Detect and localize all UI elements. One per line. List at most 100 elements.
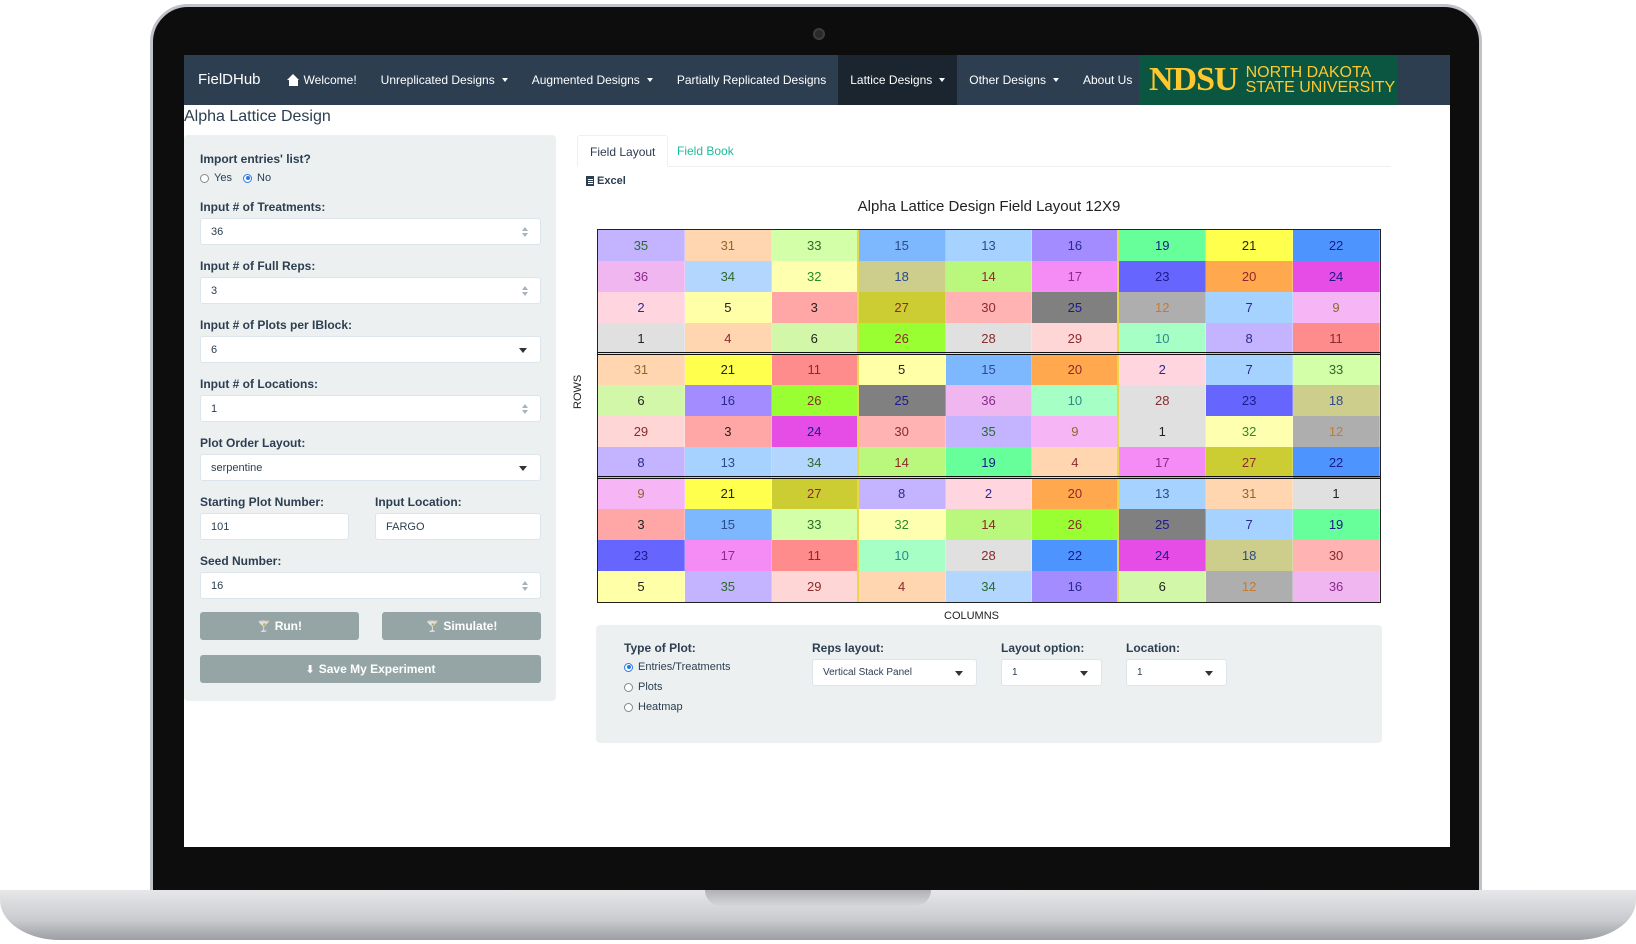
starting-plot-label: Starting Plot Number: xyxy=(200,495,325,509)
save-experiment-button[interactable]: ⬇ Save My Experiment xyxy=(200,655,541,683)
import-no-option[interactable]: No xyxy=(243,172,271,184)
spinner-icon[interactable] xyxy=(522,286,530,296)
plot-cell: 5 xyxy=(858,354,946,385)
radio-selected-icon xyxy=(624,662,633,672)
type-of-plot-label: Type of Plot: xyxy=(624,641,696,655)
plot-cell: 12 xyxy=(1206,571,1294,602)
full-reps-input[interactable]: 3 xyxy=(200,277,541,304)
plot-cell: 17 xyxy=(1032,261,1120,292)
plot-cell: 13 xyxy=(945,230,1033,261)
plot-cell: 3 xyxy=(598,509,685,540)
tab-field-book[interactable]: Field Book xyxy=(665,135,746,167)
plot-cell: 1 xyxy=(1119,416,1207,447)
plot-cell: 4 xyxy=(684,323,772,354)
seed-label: Seed Number: xyxy=(200,554,282,568)
plot-cell: 6 xyxy=(598,385,685,416)
nav-other-designs[interactable]: Other Designs xyxy=(957,55,1071,105)
plot-cell: 13 xyxy=(1119,478,1207,509)
field-layout-grid: 35 31 33 15 13 16 19 21 22 36 34 32 18 14 17 23 20 24 2 5 3 2… xyxy=(597,229,1381,603)
x-axis-label: COLUMNS xyxy=(944,610,1000,622)
reps-layout-select[interactable]: Vertical Stack Panel xyxy=(812,659,977,686)
plot-cell: 28 xyxy=(945,323,1033,354)
layout-option-select[interactable]: 1 xyxy=(1001,659,1102,686)
plot-cell: 24 xyxy=(771,416,859,447)
treatments-input[interactable]: 36 xyxy=(200,218,541,245)
nav-about-us[interactable]: About Us xyxy=(1071,55,1144,105)
spinner-icon[interactable] xyxy=(522,227,530,237)
chevron-down-icon xyxy=(1205,671,1213,676)
type-entries-option[interactable]: Entries/Treatments xyxy=(624,661,731,673)
plot-cell: 32 xyxy=(1206,416,1294,447)
plot-cell: 22 xyxy=(1293,230,1380,261)
caret-down-icon xyxy=(939,78,946,82)
treatments-value: 36 xyxy=(211,225,224,238)
plot-cell: 28 xyxy=(1119,385,1207,416)
plot-cell: 18 xyxy=(858,261,946,292)
plot-cell: 16 xyxy=(684,385,772,416)
reps-layout-label: Reps layout: xyxy=(812,641,885,655)
plots-per-iblock-select[interactable]: 6 xyxy=(200,336,541,363)
ndsu-logo-line1: North Dakota xyxy=(1245,64,1372,81)
plot-cell: 5 xyxy=(684,292,772,323)
plot-cell: 25 xyxy=(1119,509,1207,540)
download-icon: ⬇ xyxy=(305,663,315,676)
radio-selected-icon xyxy=(243,173,252,183)
plot-cell: 28 xyxy=(945,540,1033,571)
plot-cell: 23 xyxy=(598,540,685,571)
simulate-button[interactable]: 🍸 Simulate! xyxy=(382,612,541,640)
plot-cell: 36 xyxy=(598,261,685,292)
plot-order-select[interactable]: serpentine xyxy=(200,454,541,481)
tab-field-layout[interactable]: Field Layout xyxy=(577,135,669,167)
nav-lattice-designs[interactable]: Lattice Designs xyxy=(838,55,958,105)
location-select[interactable]: 1 xyxy=(1126,659,1227,686)
input-location-input[interactable]: FARGO xyxy=(375,513,541,540)
plot-cell: 36 xyxy=(945,385,1033,416)
plot-cell: 6 xyxy=(1119,571,1207,602)
nav-welcome[interactable]: Welcome! xyxy=(275,55,369,105)
plot-cell: 29 xyxy=(771,571,859,602)
plot-cell: 21 xyxy=(1206,230,1294,261)
plot-cell: 34 xyxy=(771,447,859,478)
spinner-icon[interactable] xyxy=(522,404,530,414)
input-location-label: Input Location: xyxy=(375,495,462,509)
plot-cell: 1 xyxy=(1293,478,1380,509)
seed-input[interactable]: 16 xyxy=(200,572,541,599)
plot-cell: 6 xyxy=(771,323,859,354)
nav-augmented-designs[interactable]: Augmented Designs xyxy=(520,55,665,105)
plot-cell: 34 xyxy=(684,261,772,292)
page-title: Alpha Lattice Design xyxy=(184,108,331,125)
layout-option-label: Layout option: xyxy=(1001,641,1085,655)
plots-per-iblock-label: Input # of Plots per IBlock: xyxy=(200,318,353,332)
plot-cell: 36 xyxy=(1293,571,1380,602)
type-entries-label: Entries/Treatments xyxy=(638,661,731,673)
starting-plot-input[interactable]: 101 xyxy=(200,513,349,540)
plot-cell: 22 xyxy=(1032,540,1120,571)
type-heatmap-option[interactable]: Heatmap xyxy=(624,701,683,713)
plot-cell: 11 xyxy=(1293,323,1380,354)
plot-cell: 23 xyxy=(1206,385,1294,416)
run-button[interactable]: 🍸 Run! xyxy=(200,612,359,640)
locations-input[interactable]: 1 xyxy=(200,395,541,422)
type-plots-option[interactable]: Plots xyxy=(624,681,662,693)
plot-cell: 19 xyxy=(945,447,1033,478)
plot-cell: 16 xyxy=(1032,571,1120,602)
plot-cell: 15 xyxy=(684,509,772,540)
plot-cell: 8 xyxy=(1206,323,1294,354)
plot-cell: 2 xyxy=(945,478,1033,509)
plot-cell: 31 xyxy=(598,354,685,385)
plot-cell: 18 xyxy=(1293,385,1380,416)
spinner-icon[interactable] xyxy=(522,581,530,591)
plot-cell: 35 xyxy=(945,416,1033,447)
brand-link[interactable]: FielDHub xyxy=(184,55,275,105)
nav-unreplicated-designs[interactable]: Unreplicated Designs xyxy=(369,55,520,105)
plot-cell: 5 xyxy=(598,571,685,602)
cocktail-icon: 🍸 xyxy=(425,620,440,633)
plot-cell: 9 xyxy=(1032,416,1120,447)
plot-cell: 31 xyxy=(1206,478,1294,509)
locations-label: Input # of Locations: xyxy=(200,377,318,391)
excel-download-link[interactable]: Excel xyxy=(586,175,626,187)
import-yes-option[interactable]: Yes xyxy=(200,172,232,184)
save-experiment-label: Save My Experiment xyxy=(318,662,436,676)
nav-partially-replicated[interactable]: Partially Replicated Designs xyxy=(665,55,838,105)
plot-cell: 8 xyxy=(858,478,946,509)
